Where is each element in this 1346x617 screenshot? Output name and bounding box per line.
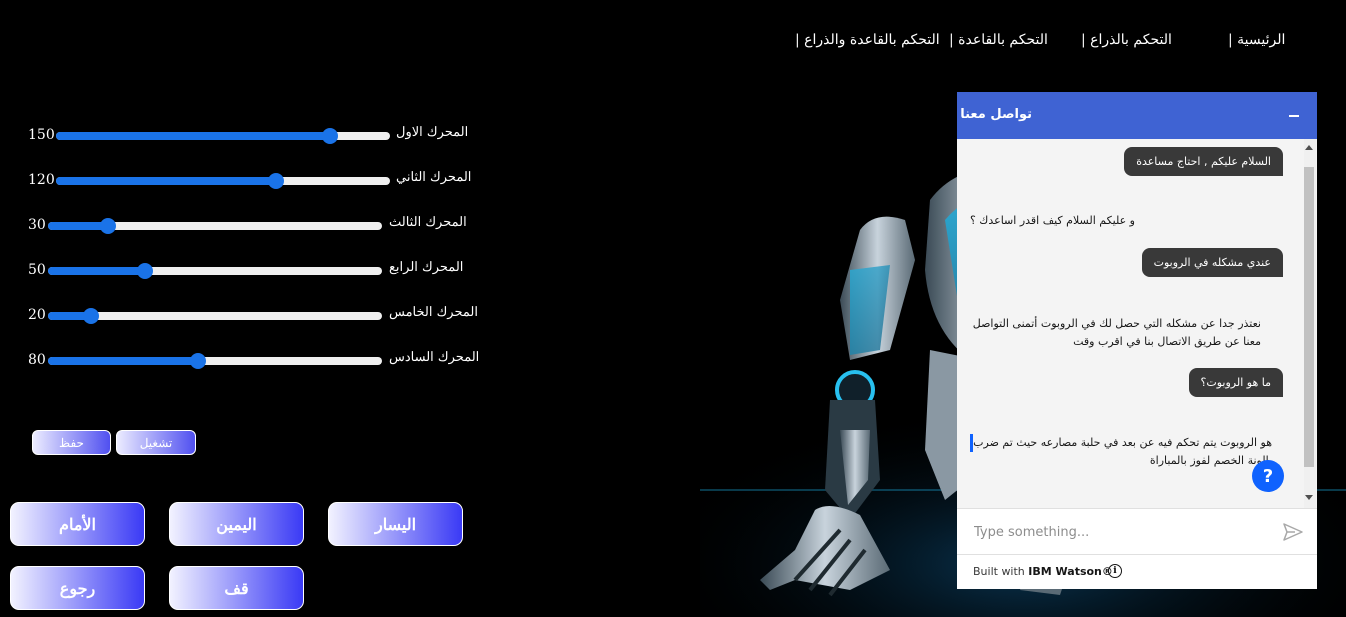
motor-1-slider[interactable] bbox=[56, 128, 390, 144]
left-button[interactable]: اليسار bbox=[328, 502, 463, 546]
chat-scrollbar-thumb[interactable] bbox=[1304, 167, 1314, 467]
motor-6-label: المحرك السادس bbox=[389, 350, 480, 365]
help-icon[interactable]: ? bbox=[1252, 460, 1284, 492]
motor-1-label: المحرك الاول bbox=[396, 125, 469, 140]
run-button[interactable]: تشغيل bbox=[116, 430, 196, 455]
motor-3-slider-fill bbox=[48, 222, 109, 230]
chat-footer-text: Built with IBM Watson® bbox=[973, 565, 1113, 578]
motor-2-label: المحرك الثاني bbox=[396, 170, 472, 185]
bot-message-1: و عليكم السلام كيف اقدر اساعدك ؟ bbox=[970, 212, 1135, 230]
motor-1-row: 150 المحرك الاول bbox=[0, 125, 480, 149]
motor-4-row: 50 المحرك الرابع bbox=[0, 260, 480, 284]
bot-message-3-line-2: بالونة الخصم لفوز بالمباراة bbox=[1149, 454, 1272, 467]
forward-button[interactable]: الأمام bbox=[10, 502, 145, 546]
save-button[interactable]: حفظ bbox=[32, 430, 111, 455]
scroll-down-icon[interactable] bbox=[1305, 495, 1313, 500]
motor-2-slider-fill bbox=[56, 177, 277, 185]
bot-message-1-line-1: و عليكم السلام كيف اقدر اساعدك ؟ bbox=[969, 214, 1135, 227]
motor-1-value: 150 bbox=[28, 127, 55, 143]
nav-base-control-link[interactable]: | التحكم بالقاعدة bbox=[949, 32, 1048, 48]
minimize-icon[interactable] bbox=[1289, 115, 1299, 117]
motor-4-slider-thumb[interactable] bbox=[136, 263, 153, 279]
motor-5-label: المحرك الخامس bbox=[389, 305, 478, 320]
chat-scrollbar[interactable] bbox=[1304, 139, 1316, 508]
motor-6-slider-fill bbox=[48, 357, 199, 365]
bot-message-3: هو الروبوت يتم تحكم فيه عن بعد في حلبة م… bbox=[973, 434, 1272, 470]
motor-5-value: 20 bbox=[28, 307, 46, 323]
chat-title: تواصل معنا bbox=[960, 107, 1032, 122]
info-icon[interactable]: i bbox=[1108, 564, 1122, 578]
motor-6-slider[interactable] bbox=[48, 353, 382, 369]
motor-2-value: 120 bbox=[28, 172, 55, 188]
motor-2-slider[interactable] bbox=[56, 173, 390, 189]
chat-footer: Built with IBM Watson® i bbox=[957, 554, 1317, 589]
app-stage: | الرئيسية | التحكم بالذراع | التحكم بال… bbox=[0, 0, 1346, 617]
nav-home-link[interactable]: | الرئيسية bbox=[1228, 32, 1285, 48]
user-message-2: عندي مشكله في الروبوت bbox=[1141, 248, 1283, 277]
motor-5-row: 20 المحرك الخامس bbox=[0, 305, 480, 329]
chat-header: تواصل معنا bbox=[957, 92, 1317, 139]
motor-4-slider[interactable] bbox=[48, 263, 382, 279]
send-icon[interactable] bbox=[1283, 523, 1303, 541]
chat-input[interactable] bbox=[974, 521, 1264, 543]
user-message-1: السلام عليكم , احتاج مساعدة bbox=[1124, 147, 1283, 176]
chat-messages: السلام عليكم , احتاج مساعدة و عليكم السل… bbox=[957, 139, 1317, 508]
motor-2-slider-thumb[interactable] bbox=[268, 173, 285, 189]
motor-6-value: 80 bbox=[28, 352, 46, 368]
chat-input-bar bbox=[957, 508, 1317, 554]
motor-6-row: 80 المحرك السادس bbox=[0, 350, 480, 374]
motor-5-slider[interactable] bbox=[48, 308, 382, 324]
scroll-up-icon[interactable] bbox=[1305, 145, 1313, 150]
back-button[interactable]: رجوع bbox=[10, 566, 145, 610]
nav-arm-control-link[interactable]: | التحكم بالذراع bbox=[1081, 32, 1172, 48]
motor-3-label: المحرك الثالث bbox=[389, 215, 467, 230]
motor-1-slider-fill bbox=[56, 132, 330, 140]
user-message-3: ما هو الروبوت؟ bbox=[1188, 368, 1283, 397]
chat-widget: تواصل معنا السلام عليكم , احتاج مساعدة و… bbox=[957, 92, 1317, 589]
bot-message-2-line-2: معنا عن طريق الاتصال بنا في اقرب وقت bbox=[1073, 335, 1261, 348]
bot-message-2: نعتذر جدا عن مشكله التي حصل لك في الروبو… bbox=[973, 315, 1261, 351]
bot-message-2-line-1: نعتذر جدا عن مشكله التي حصل لك في الروبو… bbox=[972, 317, 1261, 330]
motor-4-slider-fill bbox=[48, 267, 145, 275]
motor-3-value: 30 bbox=[28, 217, 46, 233]
footer-brand: IBM Watson® bbox=[1028, 565, 1113, 578]
motor-3-row: 30 المحرك الثالث bbox=[0, 215, 480, 239]
motor-2-row: 120 المحرك الثاني bbox=[0, 170, 480, 194]
motor-5-slider-thumb[interactable] bbox=[83, 308, 100, 324]
motor-4-label: المحرك الرابع bbox=[389, 260, 464, 275]
nav-base-and-arm-control-link[interactable]: | التحكم بالقاعدة والذراع bbox=[795, 32, 940, 48]
motor-3-slider[interactable] bbox=[48, 218, 382, 234]
motor-1-slider-thumb[interactable] bbox=[321, 128, 338, 144]
motor-6-slider-thumb[interactable] bbox=[190, 353, 207, 369]
motor-3-slider-thumb[interactable] bbox=[100, 218, 117, 234]
motor-4-value: 50 bbox=[28, 262, 46, 278]
stop-button[interactable]: قف bbox=[169, 566, 304, 610]
bot-message-3-line-1: هو الروبوت يتم تحكم فيه عن بعد في حلبة م… bbox=[973, 436, 1272, 449]
footer-prefix: Built with bbox=[973, 565, 1029, 578]
right-button[interactable]: اليمين bbox=[169, 502, 304, 546]
